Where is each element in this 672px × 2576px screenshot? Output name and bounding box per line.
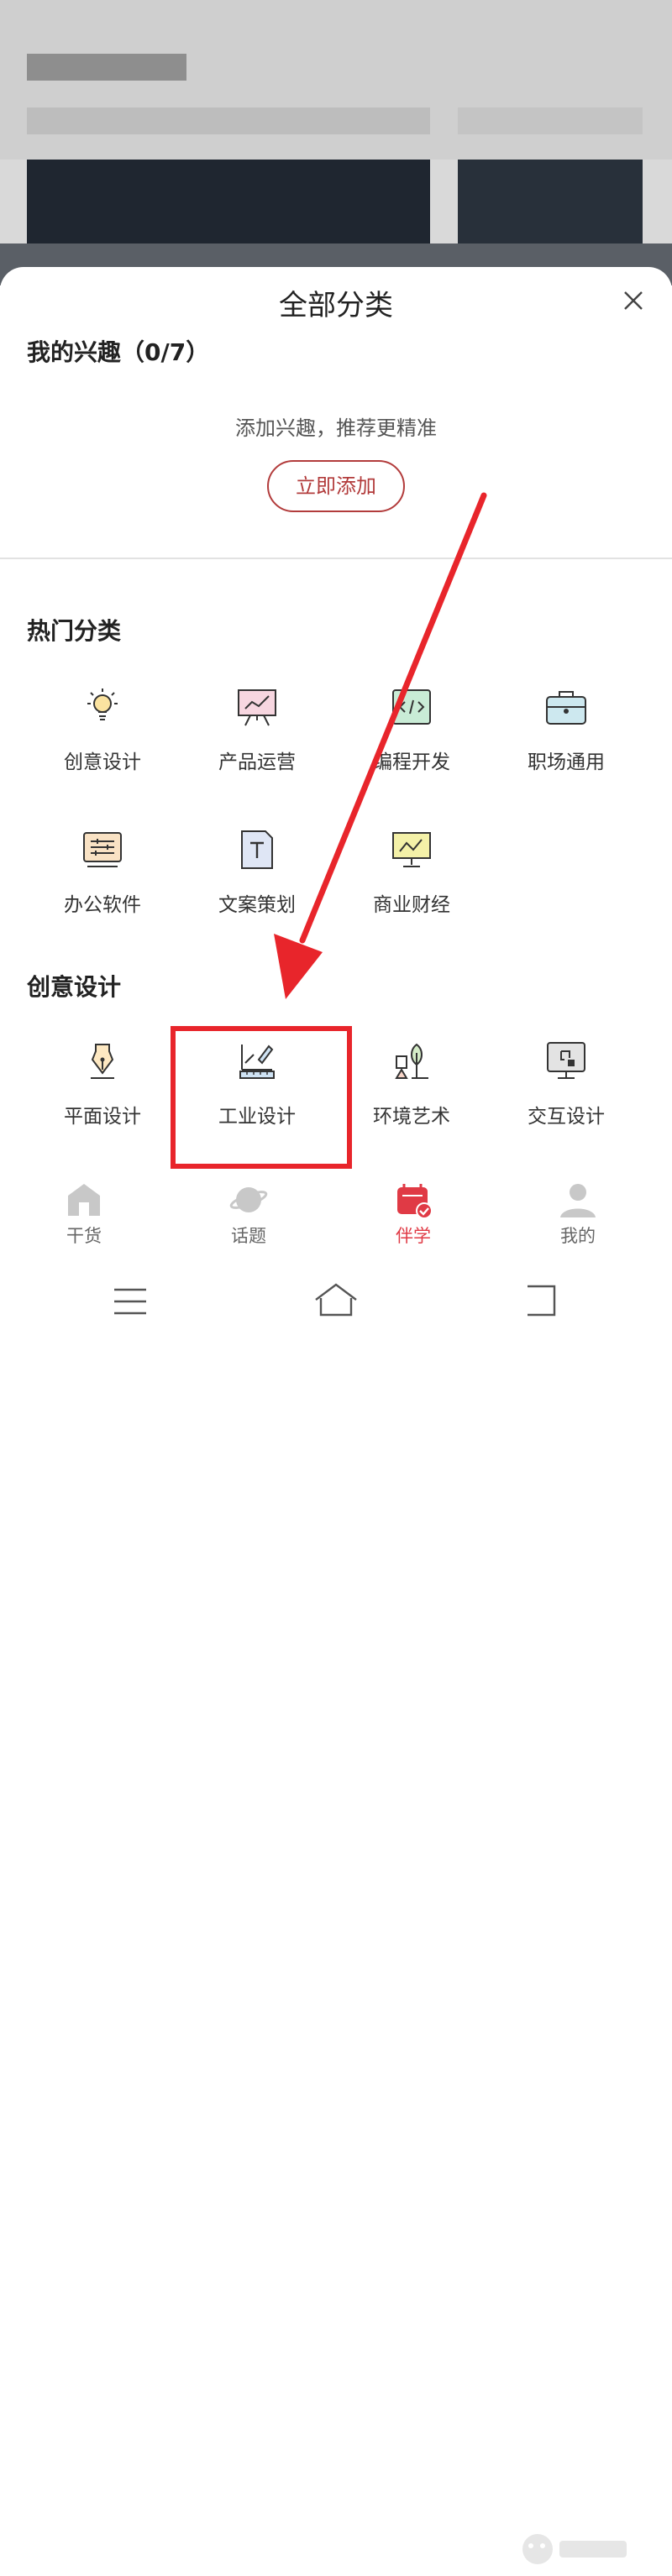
home-nav-icon[interactable]: [311, 1278, 361, 1325]
blurred-background: [0, 0, 672, 285]
interests-hint: 添加兴趣，推荐更精准: [235, 416, 437, 440]
category-interaction-design[interactable]: 交互设计: [489, 1038, 643, 1147]
category-office-software[interactable]: 办公软件: [25, 826, 180, 935]
category-workplace[interactable]: 职场通用: [489, 683, 643, 793]
code-icon: [392, 689, 431, 725]
category-label: 环境艺术: [373, 1106, 450, 1128]
category-programming[interactable]: 编程开发: [334, 683, 489, 793]
settings-sliders-icon: [83, 832, 122, 867]
category-label: 工业设计: [218, 1106, 296, 1128]
ruler-pencil-icon: [239, 1045, 275, 1079]
category-product-operation[interactable]: 产品运营: [180, 683, 334, 793]
watermark-logo: [522, 2534, 627, 2564]
category-label: 交互设计: [528, 1106, 605, 1128]
home-icon: [68, 1184, 100, 1216]
user-icon: [560, 1184, 596, 1217]
back-icon[interactable]: [516, 1278, 566, 1325]
category-label: 创意设计: [64, 751, 141, 773]
tab-study-buddy[interactable]: 伴学: [329, 1175, 497, 1259]
category-environmental-art[interactable]: 环境艺术: [334, 1038, 489, 1147]
category-sheet: 全部分类 我的兴趣（0/7） 添加兴趣，推荐更精准 立即添加 热门分类 创意设计…: [0, 267, 672, 1175]
text-document-icon: [241, 830, 273, 869]
briefcase-icon: [546, 691, 586, 725]
bottom-tab-bar: 干货 话题 伴学 我的: [0, 1175, 672, 1259]
monitor-icon: [547, 1042, 585, 1079]
category-industrial-design[interactable]: 工业设计: [180, 1038, 334, 1147]
category-label: 平面设计: [64, 1106, 141, 1128]
divider: [0, 558, 672, 559]
tab-label: 干货: [66, 1226, 102, 1246]
finance-board-icon: [392, 832, 431, 867]
interests-title: 我的兴趣（0/7）: [27, 338, 210, 366]
tab-goods[interactable]: 干货: [0, 1175, 168, 1259]
tab-label: 话题: [231, 1226, 266, 1246]
pen-nib-icon: [91, 1044, 114, 1079]
category-copywriting[interactable]: 文案策划: [180, 826, 334, 935]
category-label: 产品运营: [218, 751, 296, 773]
sheet-title: 全部分类: [279, 289, 393, 322]
close-icon[interactable]: [618, 285, 648, 316]
tab-mine[interactable]: 我的: [494, 1175, 662, 1259]
category-label: 商业财经: [373, 894, 450, 916]
category-label: 文案策划: [218, 894, 296, 916]
tree-icon: [395, 1043, 428, 1079]
category-label: 编程开发: [373, 751, 450, 773]
planet-icon: [229, 1187, 268, 1212]
category-creative-design[interactable]: 创意设计: [25, 683, 180, 793]
add-interest-button[interactable]: 立即添加: [267, 460, 405, 512]
hot-categories-title: 热门分类: [27, 617, 122, 645]
tab-label: 伴学: [396, 1226, 431, 1246]
category-graphic-design[interactable]: 平面设计: [25, 1038, 180, 1147]
tab-topics[interactable]: 话题: [165, 1175, 333, 1259]
lightbulb-icon: [87, 689, 118, 720]
tab-label: 我的: [560, 1226, 596, 1246]
presentation-chart-icon: [238, 689, 276, 726]
menu-icon[interactable]: [106, 1278, 156, 1325]
system-nav-bar: [0, 1259, 672, 2564]
category-label: 办公软件: [64, 894, 141, 916]
category-label: 职场通用: [528, 751, 605, 773]
calendar-check-icon: [397, 1184, 433, 1219]
category-business-finance[interactable]: 商业财经: [334, 826, 489, 935]
creative-design-title: 创意设计: [27, 973, 122, 1001]
